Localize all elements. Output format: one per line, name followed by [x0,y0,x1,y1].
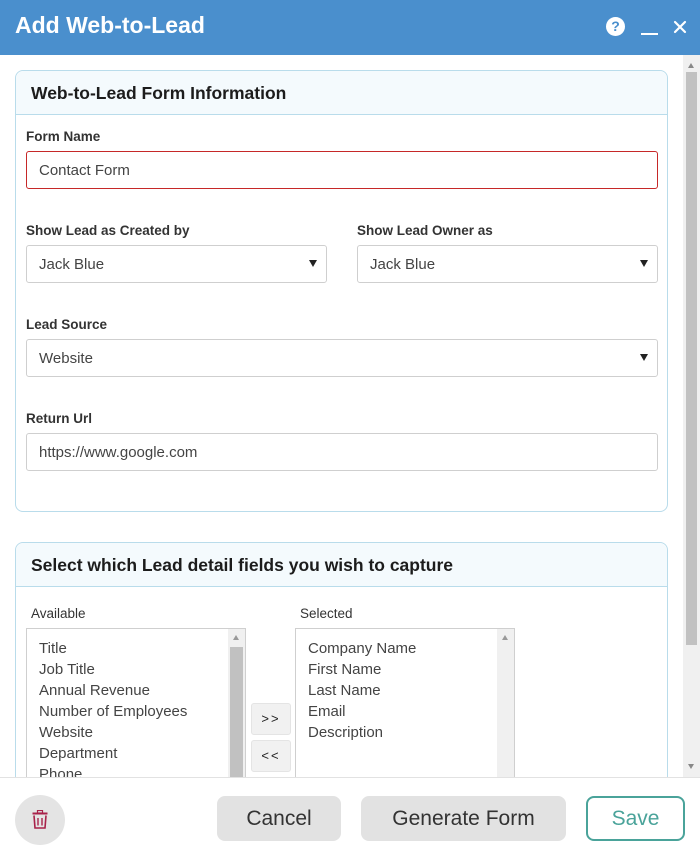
close-icon[interactable] [669,15,691,37]
remove-field-button[interactable]: << [251,740,291,772]
scroll-up-icon[interactable] [233,635,239,640]
owner-label: Show Lead Owner as [357,223,493,238]
list-item[interactable]: Email [308,701,416,722]
return-url-value: https://www.google.com [39,444,198,461]
return-url-input[interactable]: https://www.google.com [26,433,658,471]
dialog-scrollbar[interactable] [683,55,700,777]
help-icon[interactable]: ? [606,15,628,37]
scrollbar-thumb[interactable] [686,72,697,645]
list-item[interactable]: Job Title [39,659,187,680]
lead-fields-panel: Select which Lead detail fields you wish… [15,542,668,777]
return-url-label: Return Url [26,411,93,426]
save-button[interactable]: Save [586,796,685,841]
owner-select[interactable]: Jack Blue [357,245,658,283]
list-item[interactable]: Description [308,722,416,743]
form-info-panel: Web-to-Lead Form Information Form Name C… [15,70,668,512]
chevron-down-icon [640,260,648,267]
list-item[interactable]: Department [39,743,187,764]
form-info-heading: Web-to-Lead Form Information [16,71,667,115]
generate-form-button[interactable]: Generate Form [361,796,566,841]
list-item[interactable]: Title [39,638,187,659]
form-name-label: Form Name [26,129,101,144]
form-name-input[interactable]: Contact Form [26,151,658,189]
available-listbox[interactable]: Title Job Title Annual Revenue Number of… [26,628,246,777]
scroll-down-icon[interactable] [688,764,694,769]
list-item[interactable]: Last Name [308,680,416,701]
trash-icon [32,810,48,829]
scroll-up-icon[interactable] [688,63,694,68]
available-label: Available [31,606,86,621]
list-item[interactable]: Number of Employees [39,701,187,722]
selected-scrollbar[interactable] [497,629,514,777]
cancel-button[interactable]: Cancel [217,796,341,841]
minimize-icon[interactable] [638,15,660,37]
lead-source-label: Lead Source [26,317,108,332]
window-titlebar: Add Web-to-Lead ? [0,0,700,55]
list-item[interactable]: First Name [308,659,416,680]
list-item[interactable]: Annual Revenue [39,680,187,701]
list-item[interactable]: Website [39,722,187,743]
lead-source-value: Website [39,350,93,367]
list-item[interactable]: Phone [39,764,187,777]
owner-value: Jack Blue [370,256,436,273]
dialog-content: Web-to-Lead Form Information Form Name C… [0,55,700,777]
scrollbar-thumb[interactable] [230,647,243,777]
created-by-select[interactable]: Jack Blue [26,245,327,283]
selected-label: Selected [300,606,353,621]
selected-listbox[interactable]: Company Name First Name Last Name Email … [295,628,515,777]
available-scrollbar[interactable] [228,629,245,777]
created-by-label: Show Lead as Created by [26,223,190,238]
lead-fields-heading: Select which Lead detail fields you wish… [16,543,667,587]
chevron-down-icon [309,260,317,267]
chevron-down-icon [640,354,648,361]
list-item[interactable]: Company Name [308,638,416,659]
form-name-value: Contact Form [39,162,130,179]
delete-button[interactable] [15,795,65,845]
dialog-footer: Cancel Generate Form Save [0,777,700,857]
window-title: Add Web-to-Lead [15,12,205,38]
scroll-up-icon[interactable] [502,635,508,640]
add-field-button[interactable]: >> [251,703,291,735]
created-by-value: Jack Blue [39,256,105,273]
lead-source-select[interactable]: Website [26,339,658,377]
